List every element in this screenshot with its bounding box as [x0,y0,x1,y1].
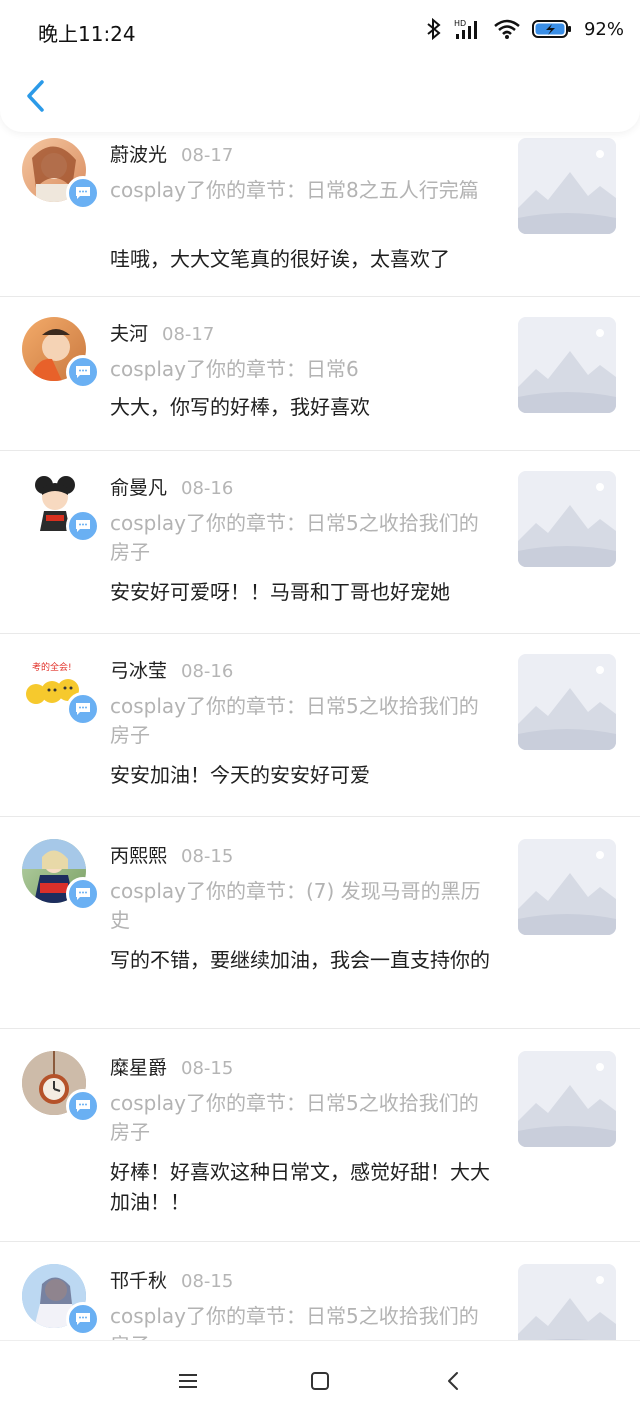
back-button[interactable] [20,76,54,116]
chapter-thumbnail[interactable] [518,1051,616,1147]
comment-badge-icon [66,877,100,911]
chapter-thumbnail[interactable] [518,138,616,234]
comment-text: 大大，你写的好棒，我好喜欢 [110,395,370,419]
list-item[interactable]: 邗千秋 08-15 cosplay了你的章节：日常5之收拾我们的房子 [0,1242,640,1340]
item-date: 08-16 [181,478,234,499]
chapter-thumbnail[interactable] [518,471,616,567]
chapter-reference: cosplay了你的章节：日常5之收拾我们的房子 [110,1091,479,1144]
comment-text: 好棒！好喜欢这种日常文，感觉好甜！大大加油！！ [110,1160,490,1214]
avatar-container[interactable] [22,1051,100,1123]
avatar-container[interactable] [22,1264,100,1336]
comment-badge-icon [66,1089,100,1123]
user-name: 俞曼凡 [110,477,168,499]
comment-badge-icon [66,355,100,389]
home-icon[interactable] [306,1369,334,1393]
chapter-reference: cosplay了你的章节：日常6 [110,357,359,381]
list-item[interactable]: 考的全会! 弓冰莹 08-16 cosplay了你的章节：日常5之收拾我们的房子 … [0,634,640,817]
list-item[interactable]: 丙熙熙 08-15 cosplay了你的章节：(7) 发现马哥的黑历史 写的不错，… [0,817,640,1029]
chapter-reference: cosplay了你的章节：日常8之五人行完篇 [110,178,479,202]
avatar-caption: 考的全会! [32,661,72,673]
item-date: 08-16 [181,661,234,682]
comment-badge-icon [66,692,100,726]
user-name: 糜星爵 [110,1057,168,1079]
chapter-reference: cosplay了你的章节：日常5之收拾我们的房子 [110,1304,479,1340]
chapter-thumbnail[interactable] [518,839,616,935]
avatar-container[interactable] [22,839,100,911]
avatar-container[interactable]: 考的全会! [22,654,100,726]
menu-icon[interactable] [174,1369,202,1393]
avatar-container[interactable] [22,317,100,389]
chapter-reference: cosplay了你的章节：日常5之收拾我们的房子 [110,511,479,564]
item-date: 08-15 [181,1058,234,1079]
comment-badge-icon [66,509,100,543]
comment-text: 安安好可爱呀！！马哥和丁哥也好宠她 [110,580,450,604]
user-name: 蔚波光 [110,144,168,166]
item-date: 08-15 [181,1271,234,1292]
user-name: 丙熙熙 [110,845,168,867]
cellular-signal-icon: HD [454,19,477,39]
status-icons: HD 92% [426,18,624,40]
avatar-container[interactable] [22,471,100,543]
list-item[interactable]: 夫河 08-17 cosplay了你的章节：日常6 大大，你写的好棒，我好喜欢 [0,297,640,451]
user-name: 邗千秋 [110,1270,168,1292]
avatar-container[interactable] [22,138,100,210]
user-name: 弓冰莹 [110,660,168,682]
chapter-thumbnail[interactable] [518,654,616,750]
back-nav-icon[interactable] [440,1369,468,1393]
status-time: 晚上11:24 [38,22,136,46]
list-item[interactable]: 俞曼凡 08-16 cosplay了你的章节：日常5之收拾我们的房子 安安好可爱呀… [0,451,640,634]
item-date: 08-17 [162,324,215,345]
comment-badge-icon [66,1302,100,1336]
network-label: HD [454,19,466,28]
comment-text: 写的不错，要继续加油，我会一直支持你的 [110,948,490,972]
chapter-thumbnail[interactable] [518,1264,616,1340]
battery-icon [531,20,571,38]
battery-percentage: 92% [583,18,624,40]
chapter-reference: cosplay了你的章节：日常5之收拾我们的房子 [110,694,479,747]
wifi-icon [494,19,520,39]
notification-list: 蔚波光 08-17 cosplay了你的章节：日常8之五人行完篇 哇哦，大大文笔真… [0,132,640,1340]
item-date: 08-15 [181,846,234,867]
list-item[interactable]: 蔚波光 08-17 cosplay了你的章节：日常8之五人行完篇 哇哦，大大文笔真… [0,132,640,297]
chapter-reference: cosplay了你的章节：(7) 发现马哥的黑历史 [110,879,481,932]
header [0,62,640,132]
bluetooth-icon [427,18,441,40]
chapter-thumbnail[interactable] [518,317,616,413]
user-name: 夫河 [110,323,149,345]
item-date: 08-17 [181,145,234,166]
comment-text: 安安加油！今天的安安好可爱 [110,763,370,787]
comment-text: 哇哦，大大文笔真的很好诶，太喜欢了 [110,247,450,271]
system-navigation-bar [0,1340,640,1423]
comment-badge-icon [66,176,100,210]
list-item[interactable]: 糜星爵 08-15 cosplay了你的章节：日常5之收拾我们的房子 好棒！好喜欢… [0,1029,640,1242]
status-bar: 晚上11:24 HD 92% [0,0,640,62]
